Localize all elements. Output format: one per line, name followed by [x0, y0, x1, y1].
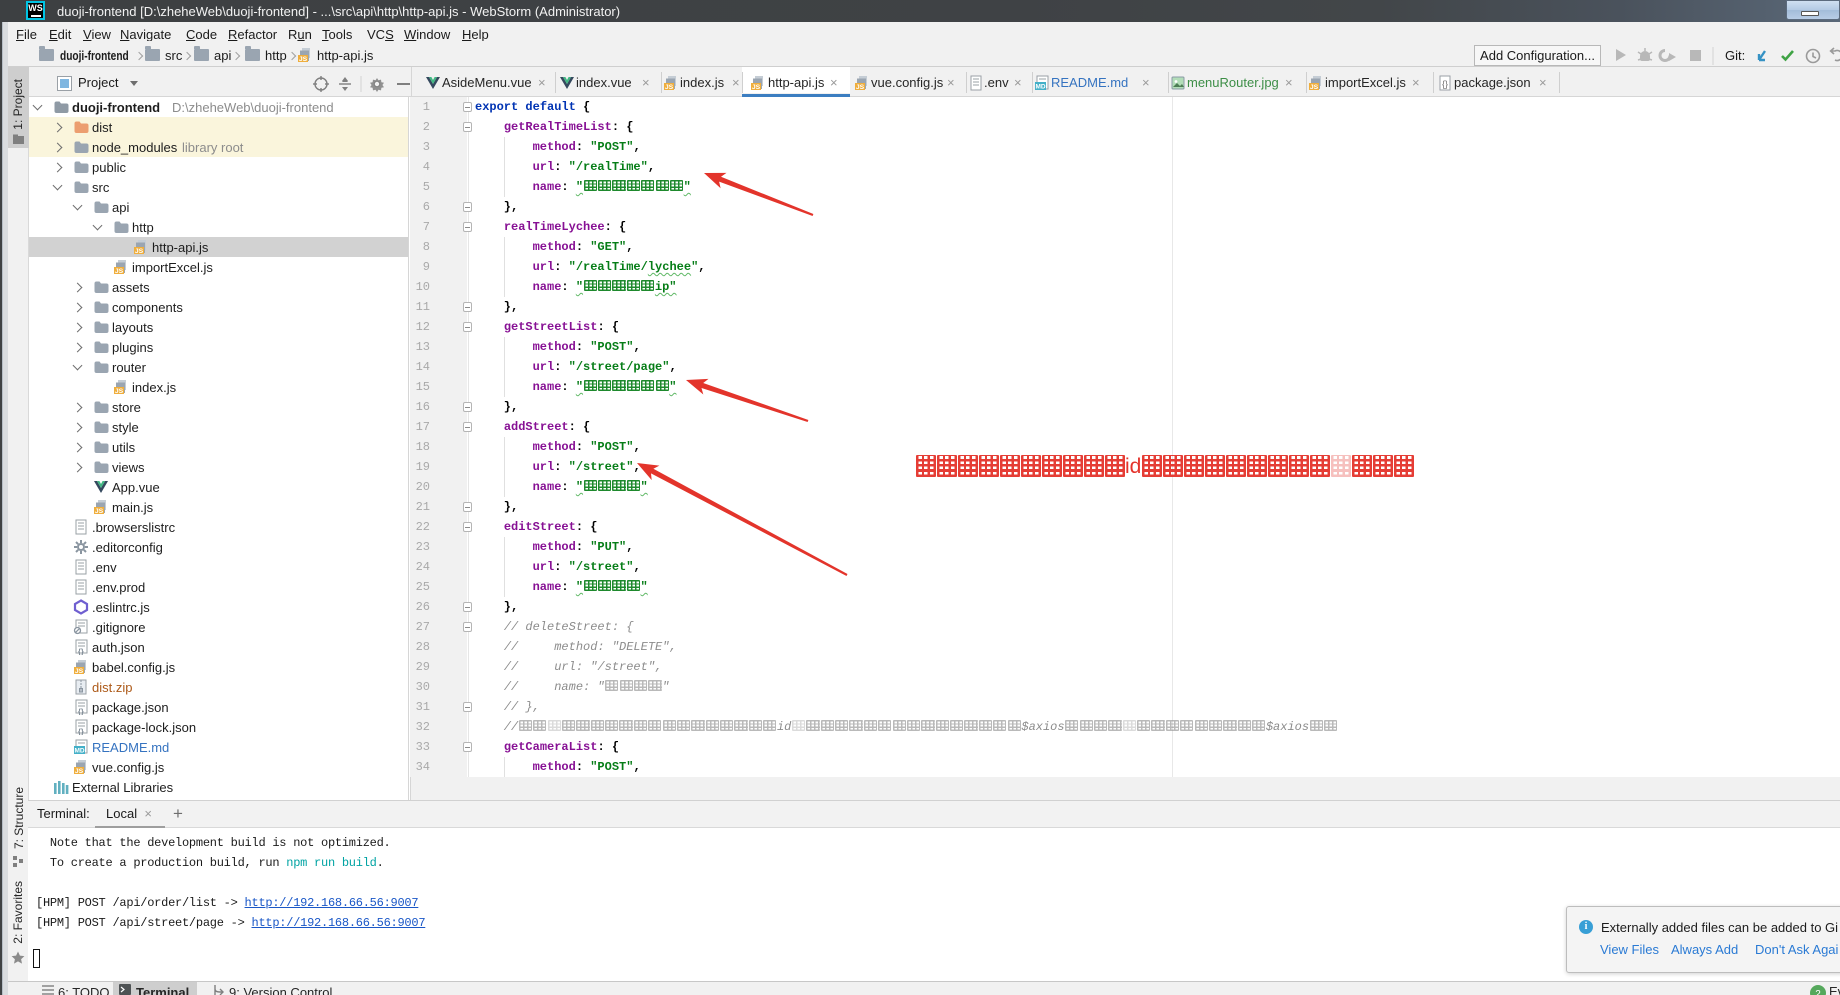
svg-text:Git:: Git: [1725, 48, 1745, 63]
svg-text:{⁢}: {⁢} [78, 727, 84, 735]
svg-text:JS: JS [135, 248, 144, 255]
svg-text:JS: JS [115, 268, 124, 275]
svg-text:MD: MD [74, 748, 84, 755]
svg-text:JS: JS [752, 84, 761, 91]
svg-text:2: 2 [1815, 989, 1821, 995]
svg-text:JS: JS [299, 56, 308, 63]
svg-text:JS: JS [75, 768, 84, 775]
svg-text:JS: JS [95, 508, 104, 515]
svg-text:{⁢}: {⁢} [78, 707, 84, 715]
svg-text:MD: MD [1035, 84, 1045, 91]
svg-text:JS: JS [665, 84, 674, 91]
svg-text:JS: JS [856, 84, 865, 91]
svg-text:{⁢}: {⁢} [1442, 79, 1448, 89]
svg-text:{⁢}: {⁢} [78, 647, 84, 655]
svg-text:Ev: Ev [1829, 984, 1840, 995]
svg-text:JS: JS [75, 668, 84, 675]
svg-text:JS: JS [115, 388, 124, 395]
svg-text:JS: JS [1310, 84, 1319, 91]
